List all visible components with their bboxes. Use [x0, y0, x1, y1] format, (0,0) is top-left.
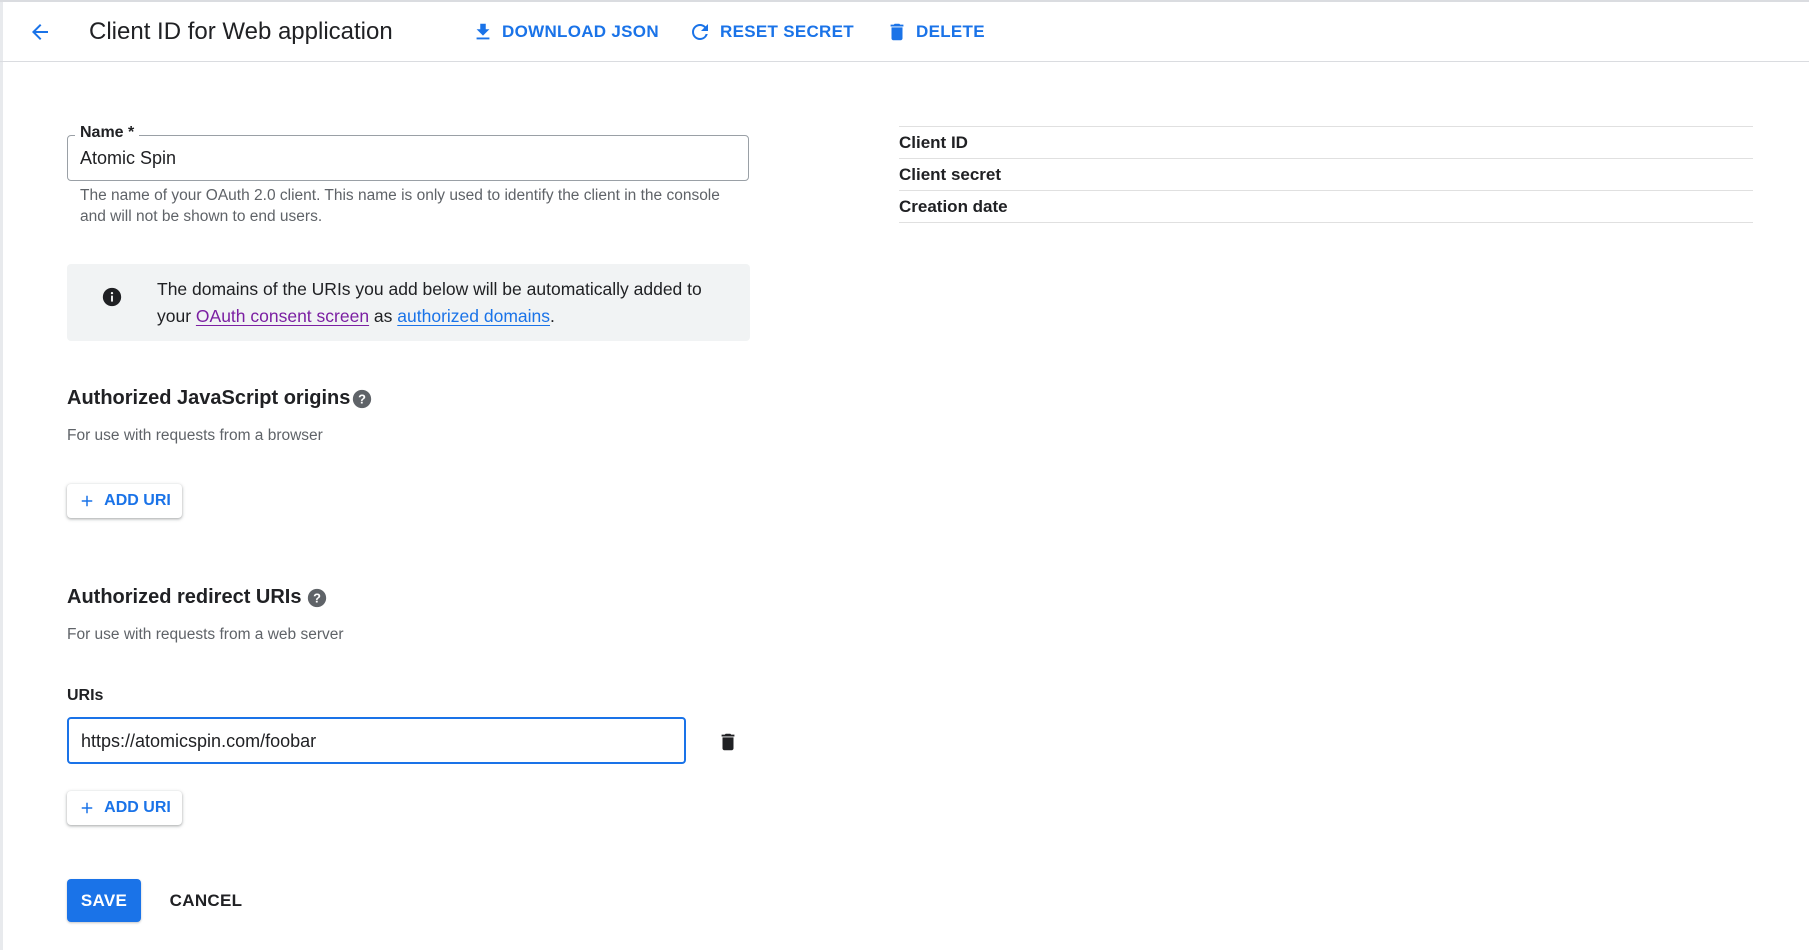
client-info-table: Client ID Client secret Creation date [899, 126, 1753, 223]
delete-label: DELETE [916, 22, 985, 41]
authorized-domains-link[interactable]: authorized domains [397, 306, 550, 326]
delete-uri-button[interactable] [716, 729, 740, 755]
download-json-label: DOWNLOAD JSON [502, 22, 659, 41]
js-origins-title: Authorized JavaScript origins [67, 387, 351, 409]
delete-button[interactable]: DELETE [886, 18, 985, 46]
page-title: Client ID for Web application [89, 18, 393, 45]
client-secret-label: Client secret [899, 164, 1002, 184]
info-text-after: . [550, 306, 555, 326]
save-button[interactable]: SAVE [67, 879, 141, 922]
name-field-label: Name * [75, 123, 140, 143]
add-redirect-uri-label: ADD URI [104, 799, 171, 816]
name-help-text: The name of your OAuth 2.0 client. This … [80, 187, 720, 225]
download-icon [476, 23, 490, 40]
reset-secret-label: RESET SECRET [720, 22, 854, 41]
redirect-uris-title: Authorized redirect URIs [67, 586, 302, 608]
svg-text:?: ? [358, 392, 366, 407]
redirect-uris-subtitle: For use with requests from a web server [67, 626, 344, 643]
client-id-label: Client ID [899, 132, 968, 152]
name-field-value[interactable]: Atomic Spin [80, 146, 176, 170]
plus-icon [81, 802, 93, 814]
redirect-uri-input[interactable] [81, 729, 671, 753]
uris-label: URIs [67, 687, 104, 704]
download-json-button[interactable]: DOWNLOAD JSON [472, 18, 659, 46]
refresh-icon [692, 24, 708, 40]
info-icon [102, 287, 122, 307]
js-origins-subtitle: For use with requests from a browser [67, 427, 323, 444]
creation-date-label: Creation date [899, 196, 1008, 216]
cancel-button[interactable]: CANCEL [166, 879, 246, 922]
trash-icon [721, 733, 735, 751]
uri-input-field[interactable] [67, 717, 686, 764]
back-button[interactable] [22, 16, 58, 48]
plus-icon [81, 495, 93, 507]
trash-icon [890, 23, 904, 41]
add-js-origin-button[interactable]: ADD URI [67, 484, 182, 518]
arrow-back-icon [32, 24, 48, 40]
help-icon[interactable]: ? [306, 587, 328, 609]
oauth-consent-screen-link[interactable]: OAuth consent screen [196, 306, 369, 326]
reset-secret-button[interactable]: RESET SECRET [688, 18, 854, 46]
help-icon[interactable]: ? [351, 388, 373, 410]
info-text-middle: as [369, 306, 398, 326]
client-info-row: Client secret [899, 159, 1753, 191]
left-border [0, 0, 3, 950]
svg-text:?: ? [313, 591, 321, 606]
add-js-origin-label: ADD URI [104, 492, 171, 509]
info-banner-text: The domains of the URIs you add below wi… [157, 276, 717, 330]
client-info-row: Creation date [899, 191, 1753, 223]
add-redirect-uri-button[interactable]: ADD URI [67, 791, 182, 825]
client-info-row: Client ID [899, 127, 1753, 159]
top-bar: Client ID for Web application DOWNLOAD J… [0, 0, 1809, 62]
